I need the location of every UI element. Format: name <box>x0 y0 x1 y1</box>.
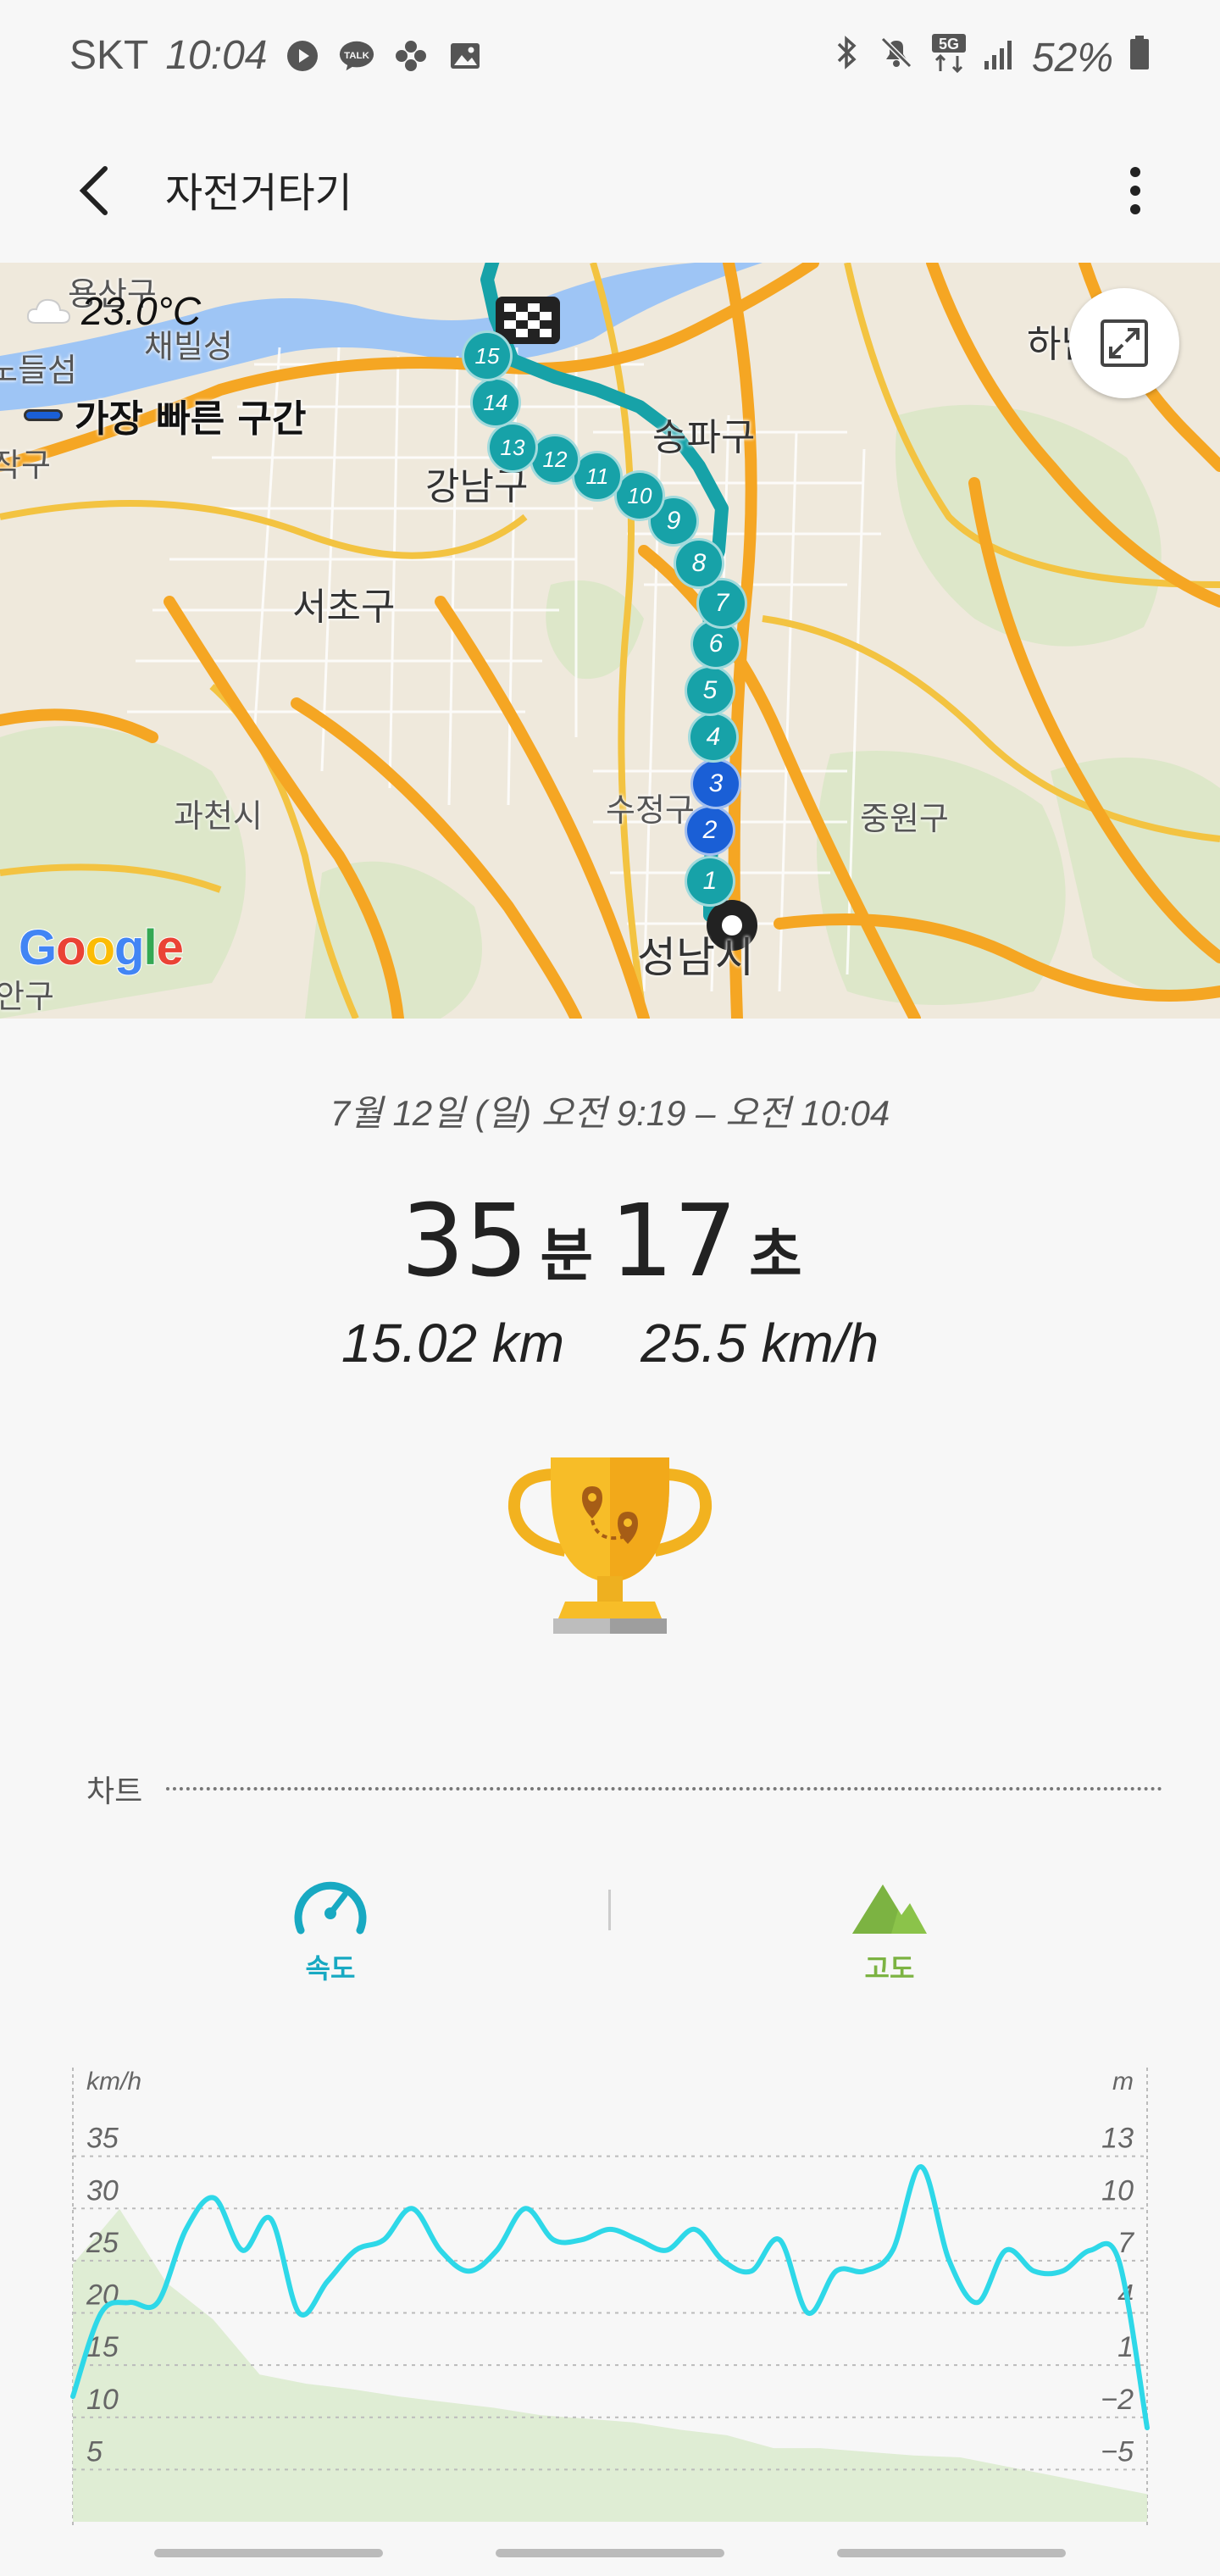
route-marker-14: 14 <box>470 377 521 428</box>
speed-altitude-chart: km/h m 35 13 30 10 25 7 20 4 15 1 10 −2 5 −5 <box>0 2051 1220 2525</box>
duration-minutes: 35 <box>401 1182 529 1299</box>
right-axis-unit: m <box>1112 2068 1134 2096</box>
route-marker-5: 5 <box>685 665 735 716</box>
tab-altitude[interactable]: 고도 <box>796 1873 983 1991</box>
tab-speed-label: 속도 <box>305 1952 356 1985</box>
temperature: 23.0°C <box>81 289 202 333</box>
battery-percent: 52% <box>1031 35 1113 80</box>
fastest-segment-legend: 가장 빠른 구간 <box>24 388 307 442</box>
tab-speed[interactable]: 속도 <box>237 1873 424 1991</box>
bluetooth-icon <box>832 34 862 81</box>
map-place-label: 서초구 <box>292 586 396 629</box>
system-nav-bar <box>0 2525 1220 2576</box>
duration-minutes-unit: 분 <box>540 1223 593 1290</box>
route-marker-13: 13 <box>487 422 538 473</box>
dotted-divider <box>166 1787 1162 1790</box>
map-place-label: 과천시 <box>174 797 263 835</box>
map-place-label: 성남시 <box>637 933 754 982</box>
chart-section-title: 차트 <box>86 1774 143 1809</box>
image-icon <box>446 37 484 75</box>
battery-icon <box>1128 34 1151 81</box>
workout-stats: 15.02 km 25.5 km/h <box>0 1312 1220 1374</box>
expand-map-button[interactable] <box>1069 288 1179 398</box>
map-place-label: 송파구 <box>652 416 756 459</box>
duration-seconds: 17 <box>610 1182 738 1299</box>
clock: 10:04 <box>165 33 268 78</box>
map-place-label: 수정구 <box>606 791 695 829</box>
distance-value: 15.02 km <box>341 1313 565 1374</box>
left-tick-label: 30 <box>86 2174 119 2207</box>
route-map[interactable]: 용산구 노들섬 채빌성 작구 강남구 송파구 하남 서초구 과천시 수정구 중원… <box>0 263 1220 1019</box>
workout-datetime: 7월 12일 (일) 오전 9:19 – 오전 10:04 <box>330 1093 890 1133</box>
more-options-button[interactable] <box>1110 153 1161 229</box>
map-place-label: 작구 <box>0 447 51 484</box>
back-button[interactable] <box>59 153 127 229</box>
nav-home[interactable] <box>496 2549 724 2557</box>
mountain-icon <box>852 1885 927 1934</box>
fastest-segment-swatch <box>24 409 63 421</box>
route-marker-15: 15 <box>462 330 513 381</box>
left-tick-label: 10 <box>86 2384 119 2416</box>
nav-back[interactable] <box>837 2549 1066 2557</box>
expand-icon <box>1101 319 1148 367</box>
route-marker-3: 3 <box>690 758 741 809</box>
carrier-label: SKT <box>69 33 149 78</box>
map-place-label: 중원구 <box>860 800 949 837</box>
5g-icon: 5G <box>930 32 968 83</box>
app-bar: 자전거타기 <box>0 119 1220 263</box>
speedometer-icon <box>294 1881 367 1935</box>
right-tick-label: −2 <box>1101 2384 1134 2416</box>
route-marker-2: 2 <box>685 805 735 856</box>
tab-altitude-label: 고도 <box>864 1952 915 1985</box>
left-axis-unit: km/h <box>86 2068 142 2096</box>
chart-plot: 35 1330 1025 720 415 110 −25 −5 <box>70 2068 1150 2525</box>
talk-icon: TALK <box>338 37 375 75</box>
left-tick-label: 20 <box>86 2279 119 2312</box>
right-tick-label: 13 <box>1101 2123 1134 2155</box>
left-tick-label: 25 <box>86 2227 119 2259</box>
mute-icon <box>878 34 915 81</box>
chart-tabs: 속도 고도 <box>0 1873 1220 1991</box>
map-place-label: 안구 <box>0 978 54 1015</box>
trophy-icon <box>504 1449 716 1644</box>
right-tick-label: −5 <box>1101 2435 1134 2468</box>
chevron-left-icon <box>79 166 108 215</box>
svg-text:5G: 5G <box>939 36 959 53</box>
right-tick-label: 10 <box>1101 2174 1134 2207</box>
play-icon <box>284 37 321 75</box>
map-background <box>0 263 1220 1019</box>
svg-text:TALK: TALK <box>345 50 370 60</box>
status-bar: SKT 10:04 TALK 5G 52% <box>0 0 1220 119</box>
fastest-segment-label: 가장 빠른 구간 <box>75 397 307 441</box>
right-tick-label: 7 <box>1117 2227 1134 2259</box>
left-tick-label: 5 <box>86 2435 103 2468</box>
signal-icon <box>983 35 1017 81</box>
more-vert-icon <box>1130 167 1140 214</box>
workout-duration: 35 분 17 초 <box>0 1182 1220 1299</box>
duration-seconds-unit: 초 <box>749 1223 802 1290</box>
google-logo: Google <box>18 919 185 976</box>
tab-separator <box>608 1890 611 1930</box>
map-place-label: 노들섬 <box>0 352 77 389</box>
weather-indicator: 23.0°C <box>25 288 201 334</box>
route-marker-8: 8 <box>674 538 724 589</box>
chart-section-header: 차트 <box>86 1767 1162 1811</box>
average-speed-value: 25.5 km/h <box>640 1313 879 1374</box>
page-title: 자전거타기 <box>165 169 352 217</box>
left-tick-label: 35 <box>86 2123 119 2155</box>
nav-recents[interactable] <box>154 2549 383 2557</box>
route-marker-4: 4 <box>688 712 739 763</box>
route-marker-1: 1 <box>685 856 735 907</box>
cloud-icon <box>26 298 71 324</box>
flower-icon <box>392 37 430 75</box>
